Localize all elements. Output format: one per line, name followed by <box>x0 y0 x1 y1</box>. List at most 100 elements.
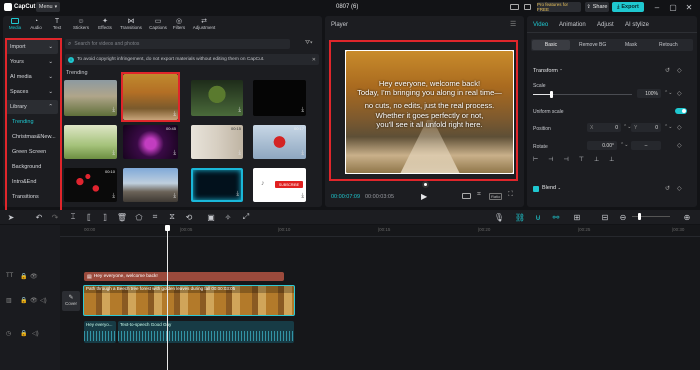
eye-icon[interactable]: 👁 <box>30 297 38 304</box>
subtab-remove-bg[interactable]: Remove BG <box>579 42 606 48</box>
delete-icon[interactable]: 🗑 <box>117 212 127 222</box>
maximize-icon[interactable]: ▢ <box>668 2 678 12</box>
mirror-icon[interactable]: ⧖ <box>167 212 177 222</box>
layout-icon[interactable] <box>510 4 519 10</box>
video-clip[interactable]: Path through a Beech tree forest with go… <box>83 285 295 316</box>
rotate-flip-field[interactable]: – <box>631 141 661 150</box>
download-icon[interactable]: ⤓ <box>238 107 241 114</box>
resize-tool-icon[interactable]: ⤢ <box>241 212 251 222</box>
keyframe-icon[interactable]: ◇ <box>677 90 682 97</box>
media-search-bar[interactable]: ⌕ Search for videos and photos <box>65 39 290 49</box>
uniform-scale-toggle[interactable] <box>675 108 687 114</box>
audio-mute-icon[interactable]: ◁) <box>40 297 47 304</box>
position-x-field[interactable]: X 0 <box>587 123 621 132</box>
tab-video[interactable]: Video <box>533 22 548 28</box>
download-icon[interactable]: ⤓ <box>301 150 304 157</box>
ratio-button[interactable]: Ratio <box>489 193 503 200</box>
subtab-retouch[interactable]: Retouch <box>659 42 678 48</box>
download-icon[interactable]: ⤓ <box>112 150 115 157</box>
download-icon[interactable]: ⤓ <box>236 191 239 198</box>
media-thumbnail[interactable]: 00:17 ⤓ <box>253 125 306 159</box>
keyframe-icon[interactable]: ◇ <box>677 142 682 149</box>
zoom-in-icon[interactable]: ⊕ <box>682 212 692 222</box>
play-button[interactable]: ▶ <box>421 192 427 201</box>
toolbar-text[interactable]: T Text <box>49 18 65 34</box>
media-thumbnail[interactable]: 00:10 ⤓ <box>64 168 117 202</box>
download-icon[interactable]: ⤓ <box>173 193 176 200</box>
tts-audio-clip[interactable]: Text-to-speech Good Guy <box>118 321 294 343</box>
toolbar-filters[interactable]: ◎ Filters <box>170 18 188 34</box>
align-right-icon[interactable]: ⊣ <box>563 156 568 166</box>
align-center-v-icon[interactable]: ⊥ <box>594 156 599 166</box>
eye-icon[interactable]: 👁 <box>30 273 38 280</box>
magnet-icon[interactable]: ⊍ <box>533 212 543 222</box>
filter-icon[interactable]: ⛛▾ <box>305 40 313 47</box>
align-bottom-icon[interactable]: ⊥ <box>609 156 614 166</box>
download-icon[interactable]: ⤓ <box>112 193 115 200</box>
rotate-tool-icon[interactable]: ⟲ <box>184 212 194 222</box>
keyframe-icon[interactable]: ◇ <box>677 124 682 131</box>
lock-icon[interactable]: 🔒 <box>20 273 27 280</box>
crop-icon[interactable]: ⌗ <box>477 191 481 199</box>
audio-clip[interactable]: Hey everyo... <box>84 321 116 343</box>
tab-animation[interactable]: Animation <box>559 22 586 28</box>
select-tool-icon[interactable]: ➤ <box>6 212 16 222</box>
crop-tool-icon[interactable]: ⌗ <box>150 212 160 222</box>
playhead[interactable] <box>165 225 170 370</box>
split-right-icon[interactable]: ⟧ <box>100 212 110 222</box>
toolbar-captions[interactable]: ▭ Captions <box>146 18 170 34</box>
minimize-icon[interactable]: – <box>652 2 662 12</box>
align-center-h-icon[interactable]: ⊣ <box>548 156 553 166</box>
split-left-icon[interactable]: ⟦ <box>84 212 94 222</box>
subtab-basic[interactable]: Basic <box>532 40 570 50</box>
keyboard-icon[interactable] <box>524 4 531 10</box>
align-top-icon[interactable]: ⊤ <box>579 156 584 166</box>
blend-header[interactable]: Blend ⌄ <box>542 185 561 191</box>
media-thumbnail[interactable]: ⤓ <box>123 168 178 202</box>
toolbar-stickers[interactable]: ☺ Stickers <box>71 18 91 34</box>
media-thumbnail[interactable]: SUBSCRIBE ♪ ⤓ <box>253 168 306 202</box>
share-button[interactable]: ⇪ Share <box>585 2 609 12</box>
keyframe-icon[interactable]: ◇ <box>677 185 682 192</box>
media-thumbnail[interactable]: ⤓ <box>64 125 117 159</box>
text-clip[interactable]: ▤ Hey everyone, welcome back! <box>84 272 284 281</box>
toolbar-effects[interactable]: ✦ Effects <box>96 18 114 34</box>
transform-header[interactable]: Transform ⌃ <box>533 68 563 74</box>
lock-icon[interactable]: 🔒 <box>20 297 27 304</box>
close-notice-icon[interactable]: ✕ <box>312 57 316 63</box>
project-title[interactable]: 0807 (6) <box>336 4 358 10</box>
reset-icon[interactable]: ↺ <box>665 185 670 192</box>
menu-button[interactable]: Menu ▾ <box>36 2 60 12</box>
scale-slider-track[interactable] <box>533 91 632 98</box>
position-y-field[interactable]: Y 0 <box>631 123 661 132</box>
subtab-mask[interactable]: Mask <box>625 42 637 48</box>
scale-stepper-icon[interactable]: ⌃⌄ <box>664 90 672 96</box>
tab-ai-stylize[interactable]: AI stylize <box>625 22 649 28</box>
media-thumbnail[interactable]: 00:45 ⤓ <box>123 125 178 159</box>
rotate-value-field[interactable]: 0.00° <box>587 141 617 150</box>
linkage-icon[interactable]: ⚯ <box>551 212 561 222</box>
scale-slider-knob[interactable] <box>549 91 553 98</box>
playhead-handle[interactable] <box>165 225 170 231</box>
keyframe-icon[interactable]: ◇ <box>677 67 682 74</box>
captions-tool-icon[interactable]: ⊟ <box>600 212 610 222</box>
download-icon[interactable]: ⤓ <box>301 193 304 200</box>
split-icon[interactable]: ⌶ <box>68 212 78 222</box>
toolbar-adjustment[interactable]: ⇄ Adjustment <box>189 18 219 34</box>
undo-icon[interactable]: ↶ <box>34 212 44 222</box>
zoom-slider-knob[interactable] <box>638 213 641 220</box>
pro-features-button[interactable]: Pro features for FREE <box>537 2 581 12</box>
fullscreen-icon[interactable]: ⛶ <box>508 191 513 199</box>
marker-icon[interactable]: ⬠ <box>134 212 144 222</box>
cover-button[interactable]: ✎ Cover <box>62 291 80 311</box>
download-icon[interactable]: ⤓ <box>238 150 241 157</box>
y-stepper-icon[interactable]: ⌃⌄ <box>664 124 672 130</box>
toolbar-audio[interactable]: ◔ Audio <box>28 18 44 34</box>
screen-icon[interactable]: ▣ <box>206 212 216 222</box>
lock-icon[interactable]: 🔒 <box>20 330 27 337</box>
download-icon[interactable]: ⤓ <box>112 107 115 114</box>
download-icon[interactable]: ⤓ <box>301 107 304 114</box>
media-thumbnail[interactable]: ⤓ <box>253 80 306 116</box>
export-button[interactable]: ⤓ Export <box>612 2 644 12</box>
timeline-ruler[interactable]: 00:00 |00:05 |00:10 |00:15 |00:20 |00:25… <box>60 225 700 237</box>
